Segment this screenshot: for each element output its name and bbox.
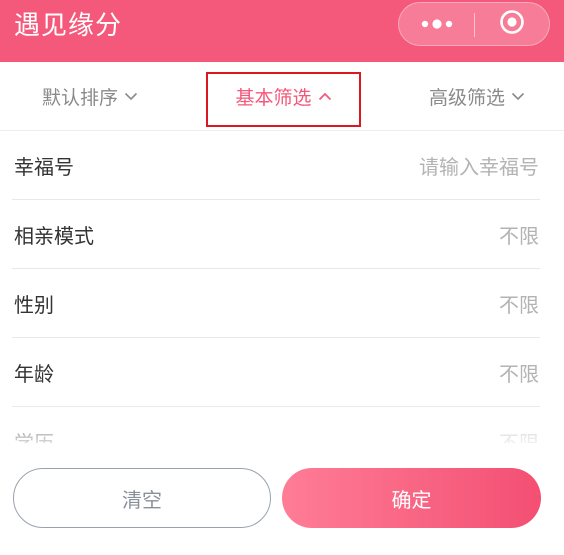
- filter-row-happiness-number[interactable]: 幸福号 请输入幸福号: [0, 131, 564, 200]
- happiness-number-input[interactable]: 请输入幸福号: [419, 131, 539, 200]
- close-circle-icon: [499, 9, 525, 39]
- page-title: 遇见缘分: [14, 11, 123, 41]
- filter-value: 不限: [499, 224, 539, 248]
- bottom-action-bar: 清空 确定: [0, 445, 564, 555]
- tab-label: 基本筛选: [235, 86, 312, 109]
- filter-row-dating-mode[interactable]: 相亲模式 不限: [0, 200, 564, 269]
- filter-row-age[interactable]: 年龄 不限: [0, 338, 564, 407]
- filter-label: 相亲模式: [14, 224, 94, 248]
- chevron-down-icon: [511, 92, 525, 101]
- filter-tabs: 默认排序 基本筛选 高级筛选: [0, 62, 564, 130]
- filter-label: 性别: [14, 293, 54, 317]
- close-button[interactable]: [475, 3, 549, 45]
- filter-label: 学历: [14, 431, 54, 443]
- tab-basic-filter[interactable]: 基本筛选: [206, 62, 361, 130]
- tab-label: 高级筛选: [429, 86, 506, 109]
- tab-default-sort[interactable]: 默认排序: [42, 62, 138, 130]
- filter-list: 幸福号 请输入幸福号 相亲模式 不限 性别 不限 年龄 不限 学历 不限: [0, 131, 564, 443]
- filter-row-gender[interactable]: 性别 不限: [0, 269, 564, 338]
- top-bar: 遇见缘分: [0, 0, 564, 62]
- confirm-button[interactable]: 确定: [282, 468, 541, 528]
- filter-value: 不限: [499, 431, 539, 443]
- filter-value: 不限: [499, 362, 539, 386]
- tab-label: 默认排序: [42, 86, 119, 109]
- filter-label: 幸福号: [14, 155, 74, 179]
- more-button[interactable]: [399, 3, 474, 45]
- filter-row-education[interactable]: 学历 不限: [0, 407, 564, 443]
- more-dots-icon: [420, 19, 454, 29]
- filter-label: 年龄: [14, 362, 54, 386]
- mini-program-capsule: [398, 2, 550, 46]
- chevron-up-icon: [318, 92, 332, 101]
- tab-advanced-filter[interactable]: 高级筛选: [429, 62, 525, 130]
- filter-value: 不限: [499, 293, 539, 317]
- clear-button[interactable]: 清空: [13, 468, 271, 528]
- filter-page: 遇见缘分 默认排序 基本筛选 高级筛选 幸福号 请输入幸福号 相亲模式 不限 性…: [0, 0, 564, 555]
- chevron-down-icon: [124, 92, 138, 101]
